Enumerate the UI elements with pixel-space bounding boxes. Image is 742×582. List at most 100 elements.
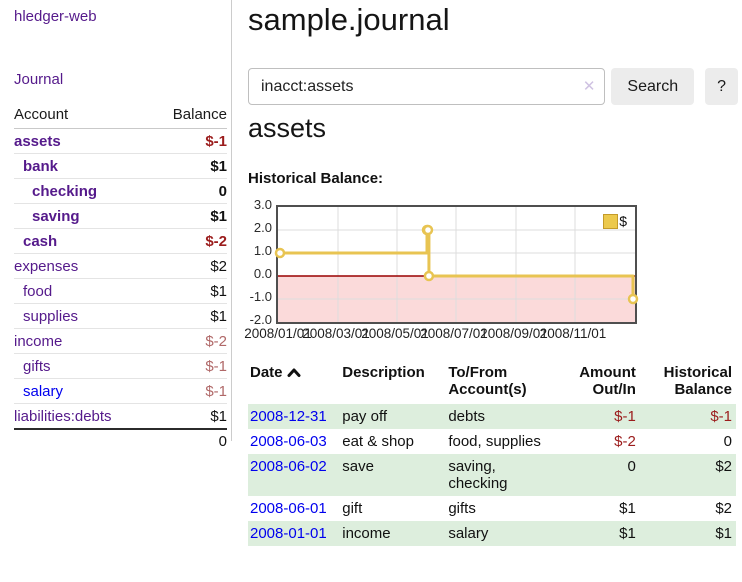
transaction-description: income [340, 521, 446, 546]
accounts-column-header: To/From Account(s) [446, 360, 561, 404]
total-balance: 0 [219, 433, 227, 450]
transaction-date-link[interactable]: 2008-06-02 [250, 458, 327, 475]
register-row: 2008-06-01 giftgifts$1$2 [248, 496, 736, 521]
account-balance: $-1 [205, 358, 227, 375]
account-link[interactable]: checking [14, 183, 97, 200]
transaction-amount: $-1 [561, 404, 639, 429]
account-link[interactable]: food [14, 283, 52, 300]
account-row: expenses$2 [14, 254, 227, 279]
total-row: 0 [14, 428, 227, 453]
chart-legend: $ [603, 213, 627, 229]
transaction-date-link[interactable]: 2008-06-01 [250, 500, 327, 517]
x-axis-tick-label: 2008/05/01 [361, 326, 429, 341]
register-row: 2008-06-02savesaving, checking0$2 [248, 454, 736, 496]
transaction-balance: 0 [640, 429, 736, 454]
transaction-amount: $1 [561, 496, 639, 521]
legend-swatch-icon [603, 214, 618, 229]
transaction-accounts: salary [446, 521, 561, 546]
chart-plot [278, 207, 635, 322]
y-axis-tick-label: 2.0 [244, 220, 272, 235]
search-form: ✕ Search ? [248, 68, 738, 105]
account-balance-table: Account Balance assets $-1 bank $1 checking 0… [14, 104, 227, 453]
chart-title: Historical Balance: [248, 170, 383, 187]
account-link[interactable]: gifts [14, 358, 51, 375]
transaction-description: gift [340, 496, 446, 521]
account-heading: assets [248, 113, 326, 144]
x-axis-tick-label: 2008/09/01 [480, 326, 548, 341]
help-button[interactable]: ? [705, 68, 738, 105]
y-axis-tick-label: -2.0 [244, 312, 272, 327]
account-row: bank $1 [14, 154, 227, 179]
sidebar: hledger-web Journal Account Balance asse… [0, 0, 232, 441]
transaction-amount: 0 [561, 454, 639, 496]
x-axis-tick-label: 2008/11/01 [540, 326, 607, 341]
transaction-description: eat & shop [340, 429, 446, 454]
register-row: 2008-06-03 eat & shopfood, supplies$-20 [248, 429, 736, 454]
account-row: checking 0 [14, 179, 227, 204]
register-row: 2008-01-01incomesalary$1$1 [248, 521, 736, 546]
register-header-row: Date Description To/From Account(s) Amou… [248, 360, 736, 404]
account-link[interactable]: liabilities:debts [14, 408, 112, 425]
transaction-date-link[interactable]: 2008-12-31 [250, 408, 327, 425]
x-axis-tick-label: 2008/07/01 [420, 326, 488, 341]
sidebar-item-journal[interactable]: Journal [14, 71, 63, 88]
historical-balance-chart: 3.02.01.00.0-1.0-2.0 $ 2008/01/012008/03… [244, 196, 738, 344]
transaction-amount: $1 [561, 521, 639, 546]
account-row: cash $-2 [14, 229, 227, 254]
account-row: liabilities:debts $1 [14, 404, 227, 428]
x-axis-tick-label: 2008/03/01 [302, 326, 370, 341]
register-table: Date Description To/From Account(s) Amou… [248, 360, 736, 546]
account-row: salary $-1 [14, 379, 227, 404]
account-link[interactable]: salary [14, 383, 63, 400]
brand-link[interactable]: hledger-web [14, 8, 97, 25]
account-link[interactable]: supplies [14, 308, 78, 325]
account-row: gifts $-1 [14, 354, 227, 379]
account-link[interactable]: cash [14, 233, 57, 250]
account-link[interactable]: bank [14, 158, 58, 175]
account-row: food $1 [14, 279, 227, 304]
date-column-header[interactable]: Date [248, 360, 340, 404]
account-column-header: Account [14, 106, 68, 123]
main-content: sample.journal ✕ Search ? assets Histori… [248, 0, 738, 38]
account-balance: $1 [210, 308, 227, 325]
transaction-amount: $-2 [561, 429, 639, 454]
y-axis-tick-label: 1.0 [244, 243, 272, 258]
account-balance: $-2 [205, 233, 227, 250]
transaction-date-link[interactable]: 2008-01-01 [250, 525, 327, 542]
transaction-accounts: debts [446, 404, 561, 429]
y-axis-tick-label: 3.0 [244, 197, 272, 212]
description-column-header: Description [340, 360, 446, 404]
account-balance: $-1 [205, 383, 227, 400]
account-link[interactable]: income [14, 333, 62, 350]
search-button[interactable]: Search [611, 68, 694, 105]
transaction-balance: $2 [640, 454, 736, 496]
transaction-accounts: food, supplies [446, 429, 561, 454]
account-balance: $1 [210, 283, 227, 300]
account-balance: $1 [210, 158, 227, 175]
sort-ascending-icon [287, 365, 301, 382]
balance-column-header: Balance [173, 106, 227, 123]
clear-search-icon[interactable]: ✕ [583, 77, 596, 95]
account-balance: $1 [210, 408, 227, 425]
account-balance: 0 [219, 183, 227, 200]
search-input[interactable] [248, 68, 605, 105]
register-row: 2008-12-31pay offdebts$-1$-1 [248, 404, 736, 429]
y-axis-tick-label: -1.0 [244, 289, 272, 304]
transaction-balance: $2 [640, 496, 736, 521]
account-balance: $-2 [205, 333, 227, 350]
transaction-accounts: saving, checking [446, 454, 561, 496]
legend-label: $ [619, 213, 627, 229]
transaction-description: pay off [340, 404, 446, 429]
account-row: income $-2 [14, 329, 227, 354]
transaction-accounts: gifts [446, 496, 561, 521]
y-axis-tick-label: 0.0 [244, 266, 272, 281]
transaction-date-link[interactable]: 2008-06-03 [250, 433, 327, 450]
account-balance: $1 [210, 208, 227, 225]
account-link[interactable]: assets [14, 133, 61, 150]
transaction-balance: $1 [640, 521, 736, 546]
account-link[interactable]: expenses [14, 258, 78, 275]
account-link[interactable]: saving [14, 208, 80, 225]
chart-plot-area: $ [276, 205, 637, 324]
account-row: supplies $1 [14, 304, 227, 329]
account-balance: $-1 [205, 133, 227, 150]
